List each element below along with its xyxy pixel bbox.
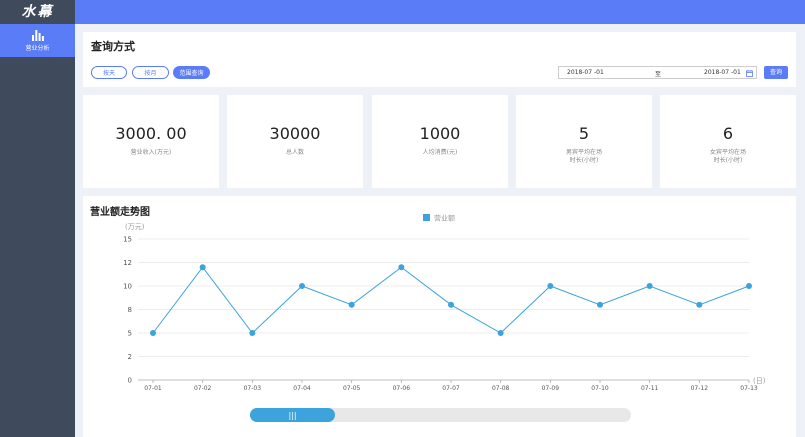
x-tick-label: 07-08 [492,385,510,392]
stat-label-line1: 女宾平均在场 [709,149,746,156]
bar-chart-icon [31,30,44,41]
scrollbar-grip-icon[interactable]: ||| [288,411,296,420]
search-button[interactable]: 查询 [764,66,788,79]
data-point[interactable] [497,330,504,336]
stat-label: 男宾平均在场 时长(小时) [516,149,652,165]
stat-card-per-capita: 1000 人均消费(元) [372,95,508,188]
stat-label: 女宾平均在场 时长(小时) [660,149,796,165]
data-point[interactable] [249,330,256,336]
x-tick-label: 07-06 [393,385,411,392]
x-tick-label: 07-10 [591,385,609,392]
stat-label-line1: 总人数 [285,149,304,156]
data-point[interactable] [150,330,156,336]
x-tick-label: 07-02 [194,385,212,392]
x-tick-label: 07-11 [641,385,659,392]
y-tick-label: 0 [128,377,132,385]
stat-label-line1: 营业收入(万元) [130,149,172,156]
y-tick-label: 10 [123,283,132,291]
stat-card-female-duration: 6 女宾平均在场 时长(小时) [660,95,796,188]
stat-label: 人均消费(元) [372,149,508,157]
x-axis-label: (日) [753,377,766,385]
calendar-icon[interactable] [746,70,753,77]
stat-value: 5 [578,124,590,143]
data-point[interactable] [448,301,454,308]
legend-label: 营业额 [434,214,455,223]
stat-card-revenue: 3000. 00 营业收入(万元) [83,95,219,188]
legend-swatch [423,214,430,221]
top-bar [75,0,805,24]
x-tick-label: 07-04 [293,385,311,392]
by-month-button[interactable]: 按月 [132,66,169,79]
x-tick-label: 07-03 [244,385,262,392]
sidebar-item-label: 营业分析 [25,45,50,52]
y-tick-label: 5 [128,330,132,338]
y-axis-label: (万元) [125,223,145,231]
stat-label-line1: 男宾平均在场 [565,149,602,156]
stat-card-total-people: 30000 总人数 [227,95,363,188]
data-point[interactable] [199,264,206,271]
stat-label: 总人数 [227,149,363,157]
data-point[interactable] [597,301,603,308]
stat-value: 30000 [269,124,321,143]
y-tick-label: 12 [123,259,132,267]
date-to-field[interactable]: 2018-07 -01 [704,69,741,76]
y-tick-label: 2 [128,353,132,361]
x-tick-label: 07-09 [542,385,560,392]
x-tick-label: 07-12 [691,385,709,392]
sidebar: 水幕 营业分析 [0,0,75,437]
stat-value: 6 [722,124,734,143]
stat-value: 3000. 00 [115,124,187,143]
revenue-line-chart: 0 2 5 8 10 12 15 (万元) 07-01 07-02 07-03 07-04 07-05 0… [123,214,766,422]
y-tick-label: 8 [128,306,132,314]
data-point[interactable] [746,283,752,289]
stat-label: 营业收入(万元) [83,149,219,157]
x-tick-label: 07-07 [442,385,460,392]
date-from-field[interactable]: 2018-07 -01 [567,69,604,76]
query-panel: 查询方式 按天 按月 范围查询 2018-07 -01 至 2018-07 -0… [83,32,796,87]
data-point[interactable] [398,264,405,271]
y-tick-label: 15 [123,236,132,244]
stat-label-line2: 时长(小时) [713,157,743,164]
app-logo: 水幕 [21,4,54,20]
stat-card-male-duration: 5 男宾平均在场 时长(小时) [516,95,652,188]
revenue-trend-panel: 营业额走势图 0 2 5 8 10 12 15 (万元) 07-01 07-02 07-03 07-0… [83,196,796,437]
by-day-button[interactable]: 按天 [91,66,127,79]
query-title: 查询方式 [91,40,135,53]
x-tick-label: 07-13 [740,385,758,392]
range-query-button[interactable]: 范围查询 [173,66,210,79]
x-tick-label: 07-01 [144,385,162,392]
sidebar-item-business-analysis[interactable]: 营业分析 [0,24,75,57]
data-point[interactable] [646,283,653,289]
data-point[interactable] [547,283,554,289]
stat-label-line1: 人均消费(元) [422,149,458,156]
x-tick-label: 07-05 [343,385,361,392]
date-range-picker[interactable]: 2018-07 -01 至 2018-07 -01 [558,66,757,79]
stat-label-line2: 时长(小时) [569,157,599,164]
series-line [152,266,750,334]
stat-value: 1000 [419,124,461,143]
data-point[interactable] [348,301,355,308]
data-point[interactable] [299,283,305,289]
date-separator: 至 [655,71,662,78]
data-point[interactable] [696,301,703,308]
